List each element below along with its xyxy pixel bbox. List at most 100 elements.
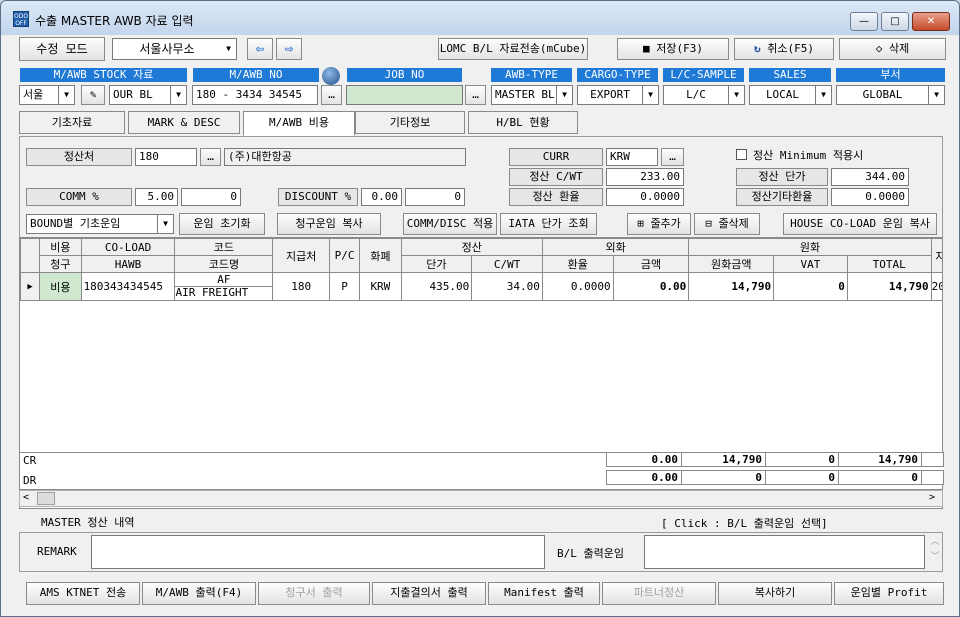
discount-amt-input[interactable]: 0 <box>405 188 465 206</box>
office-select[interactable]: 서울사무소 <box>112 38 222 60</box>
pen-icon[interactable]: ✎ <box>81 85 105 105</box>
cell-total[interactable]: 14,790 <box>846 272 932 301</box>
dr-total: 0 <box>838 470 922 485</box>
etc-rate-input[interactable]: 0.0000 <box>831 188 909 206</box>
bl-freight-input[interactable] <box>644 535 925 569</box>
comm-amt-input[interactable]: 0 <box>181 188 241 206</box>
mawb-no-input[interactable]: 180 - 3434 34545 <box>192 85 318 105</box>
eraser-icon: ◇ <box>875 42 889 55</box>
awbtype-dropdown-icon[interactable]: ▼ <box>557 85 573 105</box>
lcsample-select[interactable]: L/C <box>663 85 729 105</box>
tab-mawb-cost[interactable]: M/AWB 비용 <box>243 111 355 136</box>
dr-label: DR <box>23 474 37 487</box>
cell-payer[interactable]: 180 <box>272 272 330 301</box>
cell-cost[interactable]: 비용 <box>39 272 82 301</box>
cell-paydate[interactable]: 20 <box>930 272 942 301</box>
cell-code-value: AF <box>217 273 231 286</box>
horizontal-scrollbar[interactable] <box>19 490 943 507</box>
minimize-button[interactable]: — <box>850 12 878 31</box>
cell-pc[interactable]: P <box>328 272 361 301</box>
cr-vat: 0 <box>765 452 839 467</box>
copy-claim-button[interactable]: 청구운임 복사 <box>277 213 381 235</box>
manifest-print-button[interactable]: Manifest 출력 <box>488 582 600 605</box>
cell-currency[interactable]: KRW <box>359 272 402 301</box>
comm-pct-input[interactable]: 5.00 <box>135 188 178 206</box>
scroll-thumb[interactable] <box>37 492 55 505</box>
rate-input[interactable]: 0.0000 <box>606 188 684 206</box>
dept-select[interactable]: GLOBAL <box>836 85 929 105</box>
bl-freight-label: B/L 출력운임 <box>557 547 624 560</box>
expense-print-button[interactable]: 지출결의서 출력 <box>372 582 486 605</box>
minimum-checkbox[interactable] <box>736 149 747 163</box>
close-button[interactable]: ✕ <box>912 12 950 31</box>
scroll-left-icon[interactable]: < <box>23 492 29 503</box>
cell-unitprice[interactable]: 435.00 <box>400 272 473 301</box>
dept-header: 부서 <box>836 68 945 82</box>
stock-bl-select[interactable]: OUR BL <box>109 85 171 105</box>
ams-ktnet-button[interactable]: AMS KTNET 전송 <box>26 582 140 605</box>
col-currency: 화폐 <box>359 238 402 273</box>
tab-mark-desc[interactable]: MARK & DESC <box>128 111 240 134</box>
unit-input[interactable]: 344.00 <box>831 168 909 186</box>
settle-code-input[interactable]: 180 <box>135 148 197 166</box>
cell-exrate[interactable]: 0.0000 <box>541 272 614 301</box>
stock-bl-dropdown-icon[interactable]: ▼ <box>171 85 187 105</box>
add-row-button[interactable]: ⊞ 줄추가 <box>627 213 691 235</box>
office-dropdown-icon[interactable]: ▼ <box>221 38 237 60</box>
unit-label: 정산 단가 <box>736 168 828 186</box>
tab-basic[interactable]: 기초자료 <box>19 111 125 134</box>
reset-freight-button[interactable]: 운임 초기화 <box>179 213 265 235</box>
profit-button[interactable]: 운임별 Profit <box>834 582 944 605</box>
job-no-input[interactable] <box>346 85 463 105</box>
cell-amount[interactable]: 0.00 <box>612 272 690 301</box>
tab-etc-info[interactable]: 기타정보 <box>355 111 465 134</box>
cell-code[interactable]: AF AIR FREIGHT <box>174 272 274 301</box>
iata-button[interactable]: IATA 단가 조회 <box>500 213 597 235</box>
discount-pct-input[interactable]: 0.00 <box>361 188 402 206</box>
cell-coload[interactable]: 180343434545 <box>80 272 176 301</box>
vertical-scroll-icon[interactable]: ︿ ﹀ <box>928 535 942 569</box>
curr-search-button[interactable]: … <box>661 148 684 166</box>
job-search-button[interactable]: … <box>465 85 486 105</box>
comm-disc-button[interactable]: COMM/DISC 적용 <box>403 213 497 235</box>
cr-pad <box>921 452 944 467</box>
house-coload-button[interactable]: HOUSE CO-LOAD 운임 복사 <box>783 213 937 235</box>
delete-row-button[interactable]: ⊟ 줄삭제 <box>694 213 760 235</box>
remark-input[interactable] <box>91 535 545 569</box>
dept-dropdown-icon[interactable]: ▼ <box>929 85 945 105</box>
mode-button[interactable]: 수정 모드 <box>19 37 105 61</box>
globe-icon[interactable] <box>322 67 340 85</box>
col-coload: CO-LOAD <box>80 238 176 256</box>
cargotype-select[interactable]: EXPORT <box>577 85 643 105</box>
cell-cwt[interactable]: 34.00 <box>471 272 543 301</box>
bound-select[interactable]: BOUND별 기초운임 <box>26 214 158 234</box>
dr-pad <box>921 470 944 485</box>
mawb-print-button[interactable]: M/AWB 출력(F4) <box>142 582 256 605</box>
stock-city-dropdown-icon[interactable]: ▼ <box>59 85 75 105</box>
sales-select[interactable]: LOCAL <box>749 85 816 105</box>
next-arrow-icon[interactable]: ⇨ <box>276 38 302 60</box>
prev-arrow-icon[interactable]: ⇦ <box>247 38 273 60</box>
stock-city-select[interactable]: 서울 <box>19 85 59 105</box>
cell-vat[interactable]: 0 <box>773 272 848 301</box>
cell-wonamt[interactable]: 14,790 <box>688 272 775 301</box>
settle-search-button[interactable]: … <box>200 148 221 166</box>
lomc-send-button[interactable]: LOMC B/L 자료전송(mCube) <box>438 38 588 60</box>
maximize-button[interactable]: □ <box>881 12 909 31</box>
sales-dropdown-icon[interactable]: ▼ <box>816 85 832 105</box>
cargotype-dropdown-icon[interactable]: ▼ <box>643 85 659 105</box>
main-window: ODO OFF 수출 MASTER AWB 자료 입력 — □ ✕ 수정 모드 … <box>0 0 960 617</box>
copy-button[interactable]: 복사하기 <box>718 582 832 605</box>
mawb-search-button[interactable]: … <box>321 85 342 105</box>
cwt-input[interactable]: 233.00 <box>606 168 684 186</box>
cancel-button[interactable]: ↻ 취소(F5) <box>734 38 834 60</box>
scroll-right-icon[interactable]: > <box>929 492 935 503</box>
delete-button[interactable]: ◇ 삭제 <box>839 38 946 60</box>
save-button[interactable]: ■ 저장(F3) <box>617 38 729 60</box>
lcsample-dropdown-icon[interactable]: ▼ <box>729 85 745 105</box>
bound-dropdown-icon[interactable]: ▼ <box>158 214 174 234</box>
curr-input[interactable]: KRW <box>606 148 658 166</box>
tab-hbl-status[interactable]: H/BL 현황 <box>468 111 578 134</box>
table-row[interactable]: ▶ 비용 180343434545 AF AIR FREIGHT 180 P KR… <box>20 272 942 301</box>
awbtype-select[interactable]: MASTER BL <box>491 85 557 105</box>
